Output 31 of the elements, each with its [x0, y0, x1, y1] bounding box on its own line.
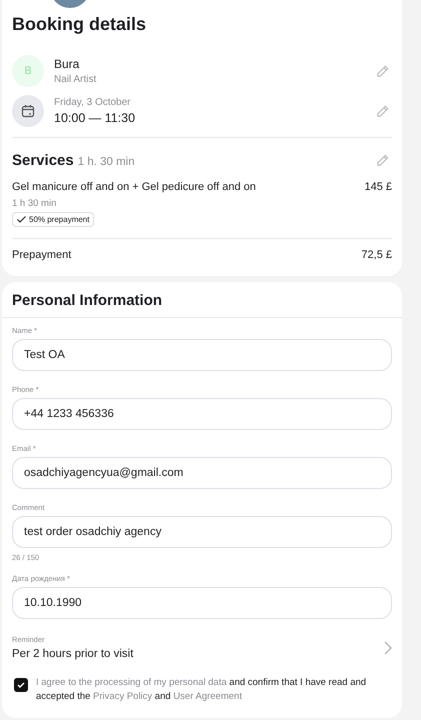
consent-checkbox[interactable]	[14, 678, 28, 692]
pencil-icon[interactable]	[375, 153, 390, 168]
calendar-icon	[12, 95, 44, 127]
input-field[interactable]: Test OA	[12, 339, 392, 371]
check-icon	[17, 216, 26, 223]
input-field[interactable]: osadchiyagencyua@gmail.com	[12, 457, 392, 489]
input-field[interactable]: 10.10.1990	[12, 587, 392, 619]
prepayment-badge: 50% prepayment	[12, 212, 94, 227]
service-duration: 1 h 30 min	[12, 198, 58, 209]
input-field[interactable]: +44 1233 456336	[12, 398, 392, 430]
prepayment-amount: 72,5 £	[361, 249, 392, 261]
pencil-icon[interactable]	[375, 64, 390, 78]
section-title: Personal Information	[12, 292, 164, 309]
chevron-right-icon[interactable]	[384, 640, 392, 654]
specialist-name: Bura	[54, 57, 80, 71]
pencil-icon[interactable]	[375, 104, 390, 118]
service-price: 145 £	[364, 181, 392, 193]
services-duration: 1 h. 30 min	[78, 156, 135, 168]
section-title: Booking details	[12, 14, 148, 35]
service-name: Gel manicure off and on + Gel pedicure off and on	[12, 181, 256, 193]
check-icon	[17, 682, 25, 688]
consent-text: I agree to the processing of my personal data and confirm that I have read and accepted the Privacy Policy and User Agreement	[36, 676, 368, 704]
specialist-role: Nail Artist	[54, 74, 98, 85]
booking-time: 10:00 — 11:30	[54, 111, 136, 125]
prepayment-label: Prepayment	[12, 249, 72, 261]
consent-link[interactable]: Privacy Policy	[93, 691, 152, 702]
booking-date: Friday, 3 October	[54, 97, 132, 108]
reminder-value[interactable]: Per 2 hours prior to visit	[12, 648, 134, 660]
services-title: Services	[12, 152, 74, 169]
avatar-initial: B	[12, 55, 44, 87]
input-field[interactable]: test order osadchiy agency	[12, 516, 392, 548]
